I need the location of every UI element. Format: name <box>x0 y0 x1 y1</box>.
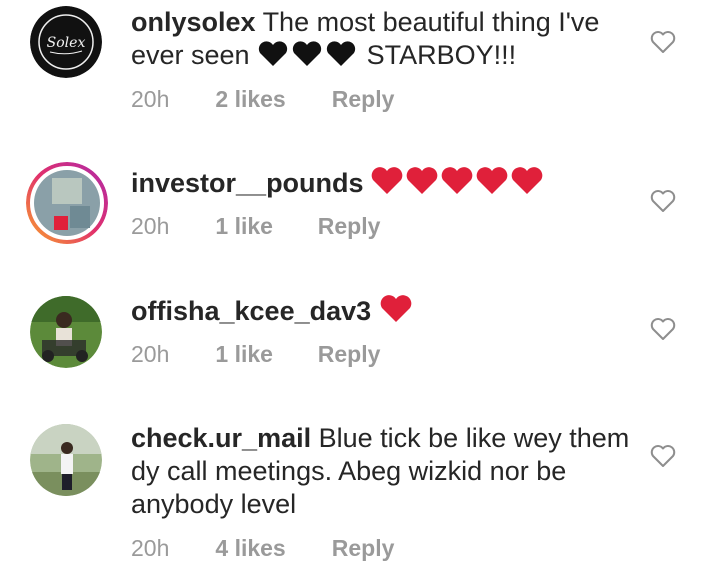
like-heart-icon[interactable] <box>650 189 676 213</box>
avatar[interactable]: Solex <box>30 6 102 78</box>
comment-meta: 20h 2 likes Reply <box>131 86 394 113</box>
black-hearts-emoji <box>257 40 367 70</box>
username[interactable]: onlysolex <box>131 7 256 37</box>
like-heart-icon[interactable] <box>650 317 676 341</box>
timestamp: 20h <box>131 341 170 367</box>
timestamp: 20h <box>131 213 170 239</box>
child-photo-avatar-icon <box>30 296 102 368</box>
reply-button[interactable]: Reply <box>332 535 395 562</box>
avatar[interactable] <box>26 162 108 244</box>
reply-button[interactable]: Reply <box>318 341 381 368</box>
timestamp: 20h <box>131 86 170 112</box>
username[interactable]: offisha_kcee_dav3 <box>131 296 371 326</box>
solex-logo-icon: Solex <box>30 6 102 78</box>
avatar-logo-text: Solex <box>47 35 86 51</box>
like-heart-icon[interactable] <box>650 444 676 468</box>
likes-count[interactable]: 1 like <box>215 341 311 368</box>
story-ring-avatar-icon <box>26 162 108 244</box>
reply-button[interactable]: Reply <box>332 86 395 113</box>
comment-meta: 20h 1 like Reply <box>131 341 380 368</box>
comment-text: offisha_kcee_dav3 <box>131 294 636 328</box>
avatar[interactable] <box>30 296 102 368</box>
likes-count[interactable]: 4 likes <box>215 535 325 562</box>
man-photo-avatar-icon <box>30 424 102 496</box>
timestamp: 20h <box>131 535 170 561</box>
username[interactable]: check.ur_mail <box>131 423 311 453</box>
comment-text: check.ur_mail Blue tick be like wey them… <box>131 422 636 521</box>
red-heart-emoji <box>379 295 413 326</box>
reply-button[interactable]: Reply <box>318 213 381 240</box>
likes-count[interactable]: 2 likes <box>215 86 325 113</box>
likes-count[interactable]: 1 like <box>215 213 311 240</box>
like-heart-icon[interactable] <box>650 30 676 54</box>
comment-text: investor__pounds <box>131 166 636 200</box>
comment-meta: 20h 1 like Reply <box>131 213 380 240</box>
comment-body-tail: STARBOY!!! <box>366 40 517 70</box>
avatar[interactable] <box>30 424 102 496</box>
username[interactable]: investor__pounds <box>131 168 364 198</box>
red-hearts-emoji <box>371 167 547 198</box>
comment-text: onlysolex The most beautiful thing I've … <box>131 6 636 72</box>
comment-meta: 20h 4 likes Reply <box>131 535 394 562</box>
